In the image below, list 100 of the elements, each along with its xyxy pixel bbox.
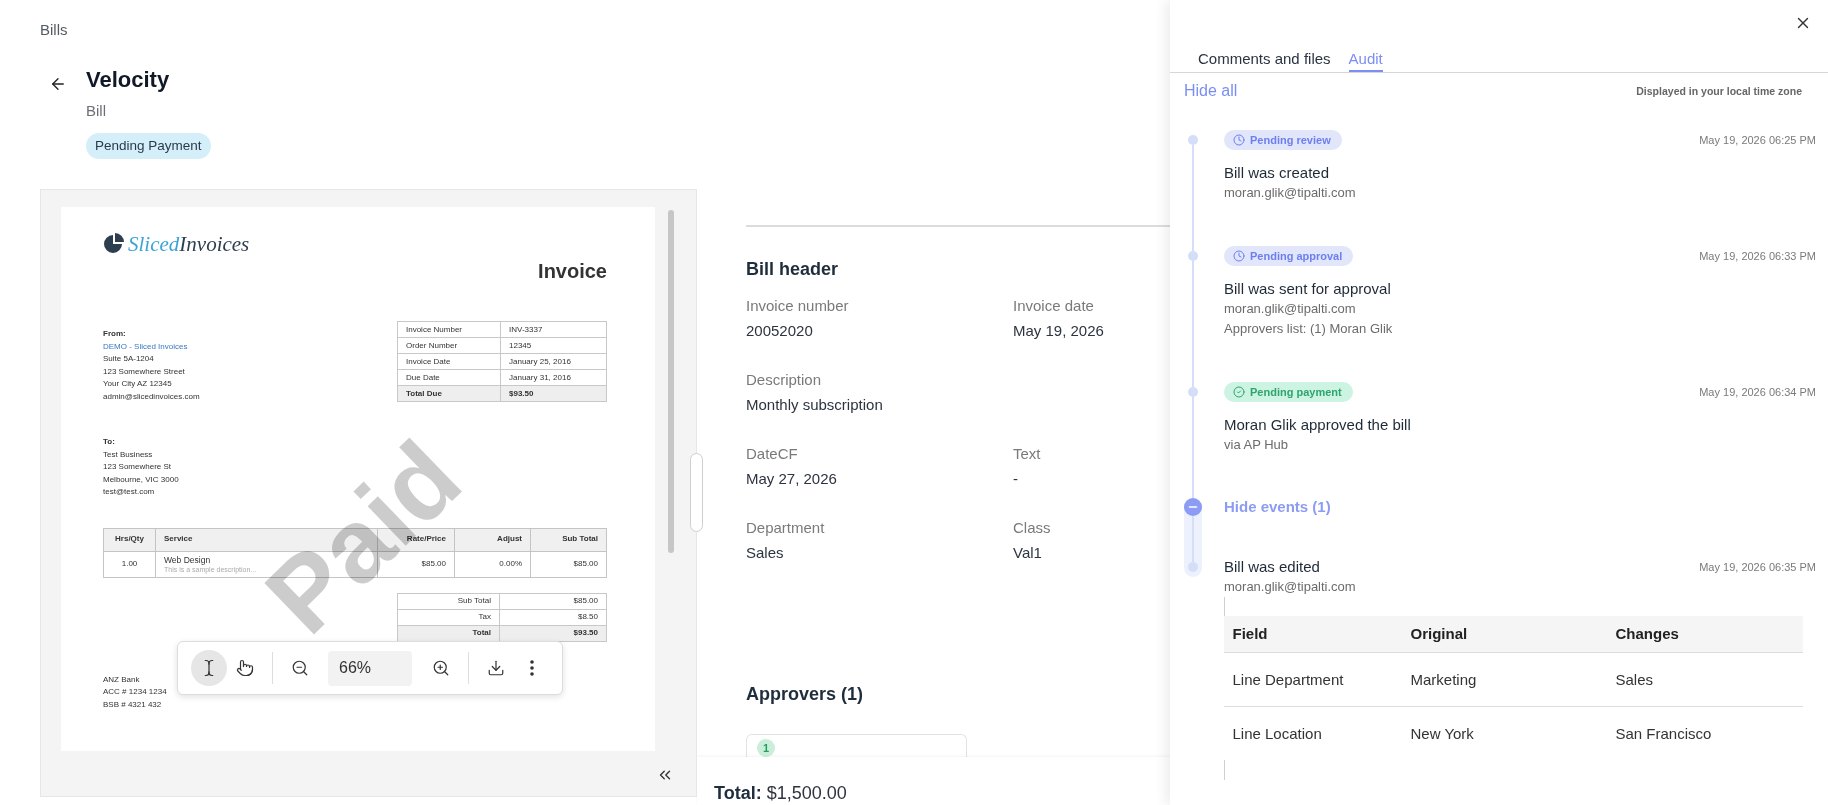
section-title: Approvers (1): [746, 682, 864, 706]
time-zone-note: Displayed in your local time zone: [1636, 84, 1802, 98]
table-cell: Tax: [397, 609, 500, 625]
badge-label: Pending review: [1250, 133, 1331, 147]
field-label: DateCF: [746, 443, 798, 464]
scrollbar[interactable]: [668, 210, 674, 553]
text-select-button[interactable]: [191, 650, 227, 686]
zoom-out-icon: [291, 659, 309, 677]
table-cell: 0.00%: [454, 551, 531, 577]
status-badge: Pending Payment: [86, 133, 211, 159]
address-line: Melbourne, VIC 3000: [103, 473, 179, 486]
event-time: May 19, 2026 06:33 PM: [1699, 249, 1816, 263]
address-line: admin@slicedinvoices.com: [103, 390, 200, 403]
zoom-field[interactable]: 66%: [328, 650, 412, 686]
table-cell: New York: [1401, 706, 1607, 760]
event-detail: moran.glik@tipalti.com: [1224, 184, 1356, 202]
section-title: Bill header: [746, 257, 839, 281]
address-line: 123 Somewhere Street: [103, 365, 185, 378]
field-label: Text: [1013, 443, 1041, 464]
more-icon: [530, 660, 534, 676]
badge-label: Pending payment: [1250, 385, 1342, 399]
address-line: Test Business: [103, 448, 153, 461]
event-title: Bill was created: [1224, 163, 1330, 183]
column-header: Sub Total: [530, 528, 607, 551]
table-cell: 12345: [500, 337, 607, 354]
table-cell: January 25, 2016: [500, 353, 607, 370]
page-title: Velocity: [86, 66, 170, 94]
page-subtitle: Bill: [86, 101, 106, 121]
field-value: -: [1013, 468, 1018, 489]
event-detail: Approvers list: (1) Moran Glik: [1224, 320, 1393, 338]
event-time: May 19, 2026 06:35 PM: [1699, 560, 1816, 574]
logo-text: SlicedInvoices: [128, 233, 250, 255]
bank-line: BSB # 4321 432: [103, 698, 162, 711]
minus-circle-icon[interactable]: [1184, 498, 1202, 516]
address-line: test@test.com: [103, 486, 155, 498]
invoice-title: Invoice: [538, 259, 607, 283]
table-cell: San Francisco: [1606, 706, 1803, 760]
bank-line: ACC # 1234 1234: [103, 686, 167, 698]
event-time: May 19, 2026 06:25 PM: [1699, 133, 1816, 147]
sender-name: DEMO - Sliced Invoices: [103, 340, 188, 353]
address-line: Suite 5A-1204: [103, 353, 154, 365]
address-line: 123 Somewhere St: [103, 461, 172, 473]
column-header: Adjust: [454, 528, 531, 551]
field-label: Class: [1013, 517, 1051, 538]
tab[interactable]: Comments and files: [1198, 44, 1331, 72]
field-label: Invoice date: [1013, 295, 1094, 316]
resize-handle[interactable]: [690, 453, 703, 532]
field-value: Sales: [746, 542, 784, 563]
event-detail: moran.glik@tipalti.com: [1224, 578, 1356, 596]
table-cell: $85.00: [499, 593, 607, 609]
column-header: Changes: [1606, 616, 1803, 652]
event-title: Moran Glik approved the bill: [1224, 415, 1411, 435]
field-value: May 19, 2026: [1013, 320, 1104, 341]
event-title: Bill was edited: [1224, 557, 1320, 577]
total-value: $1,500.00: [766, 782, 847, 805]
table-cell: Marketing: [1401, 652, 1607, 706]
bank-line: ANZ Bank: [103, 673, 140, 686]
event-time: May 19, 2026 06:34 PM: [1699, 385, 1816, 399]
timeline-dot: [1188, 135, 1198, 145]
logo-icon: [103, 233, 125, 255]
column-header: Hrs/Qty: [103, 528, 156, 551]
field-label: Description: [746, 369, 822, 390]
field-value: Val1: [1013, 542, 1042, 563]
column-header: Original: [1401, 616, 1607, 652]
table-cell: Sales: [1606, 652, 1803, 706]
check-circle-icon: [1233, 386, 1245, 398]
breadcrumb-link[interactable]: Bills: [40, 21, 68, 39]
column-header: Field: [1223, 616, 1402, 652]
field-label: Department: [746, 517, 825, 538]
address-label: To:: [103, 436, 115, 448]
timeline-dot: [1188, 387, 1198, 397]
step-number: 1: [757, 738, 775, 757]
field-value: May 27, 2026: [746, 468, 837, 489]
zoom-in-icon: [432, 659, 450, 677]
table-cell: Invoice Number: [397, 321, 501, 338]
download-icon: [487, 659, 505, 677]
timeline-dot: [1188, 251, 1198, 261]
table-cell: 1.00: [103, 551, 156, 577]
table-cell: Due Date: [397, 369, 501, 386]
table-cell: Order Number: [397, 337, 501, 354]
table-cell: $85.00: [530, 551, 607, 577]
table-cell: $8.50: [499, 609, 607, 625]
pointing-hand-icon: [236, 659, 254, 677]
back-button[interactable]: [49, 75, 67, 93]
badge-label: Pending approval: [1250, 249, 1343, 263]
table-cell: Line Department: [1223, 652, 1402, 706]
address-line: Your City AZ 12345: [103, 378, 172, 390]
address-label: From:: [103, 328, 126, 340]
total-label: Total:: [714, 782, 762, 805]
event-title: Bill was sent for approval: [1224, 279, 1391, 299]
event-detail: moran.glik@tipalti.com: [1224, 300, 1356, 318]
field-label: Invoice number: [746, 295, 849, 316]
clock-icon: [1233, 250, 1245, 262]
table-cell: INV-3337: [500, 321, 607, 338]
clock-icon: [1233, 134, 1245, 146]
table-cell: Line Location: [1223, 706, 1402, 760]
table-cell: Invoice Date: [397, 353, 501, 370]
column-header: Service: [155, 528, 378, 551]
event-detail: via AP Hub: [1224, 436, 1289, 454]
field-value: 20052020: [746, 320, 813, 341]
